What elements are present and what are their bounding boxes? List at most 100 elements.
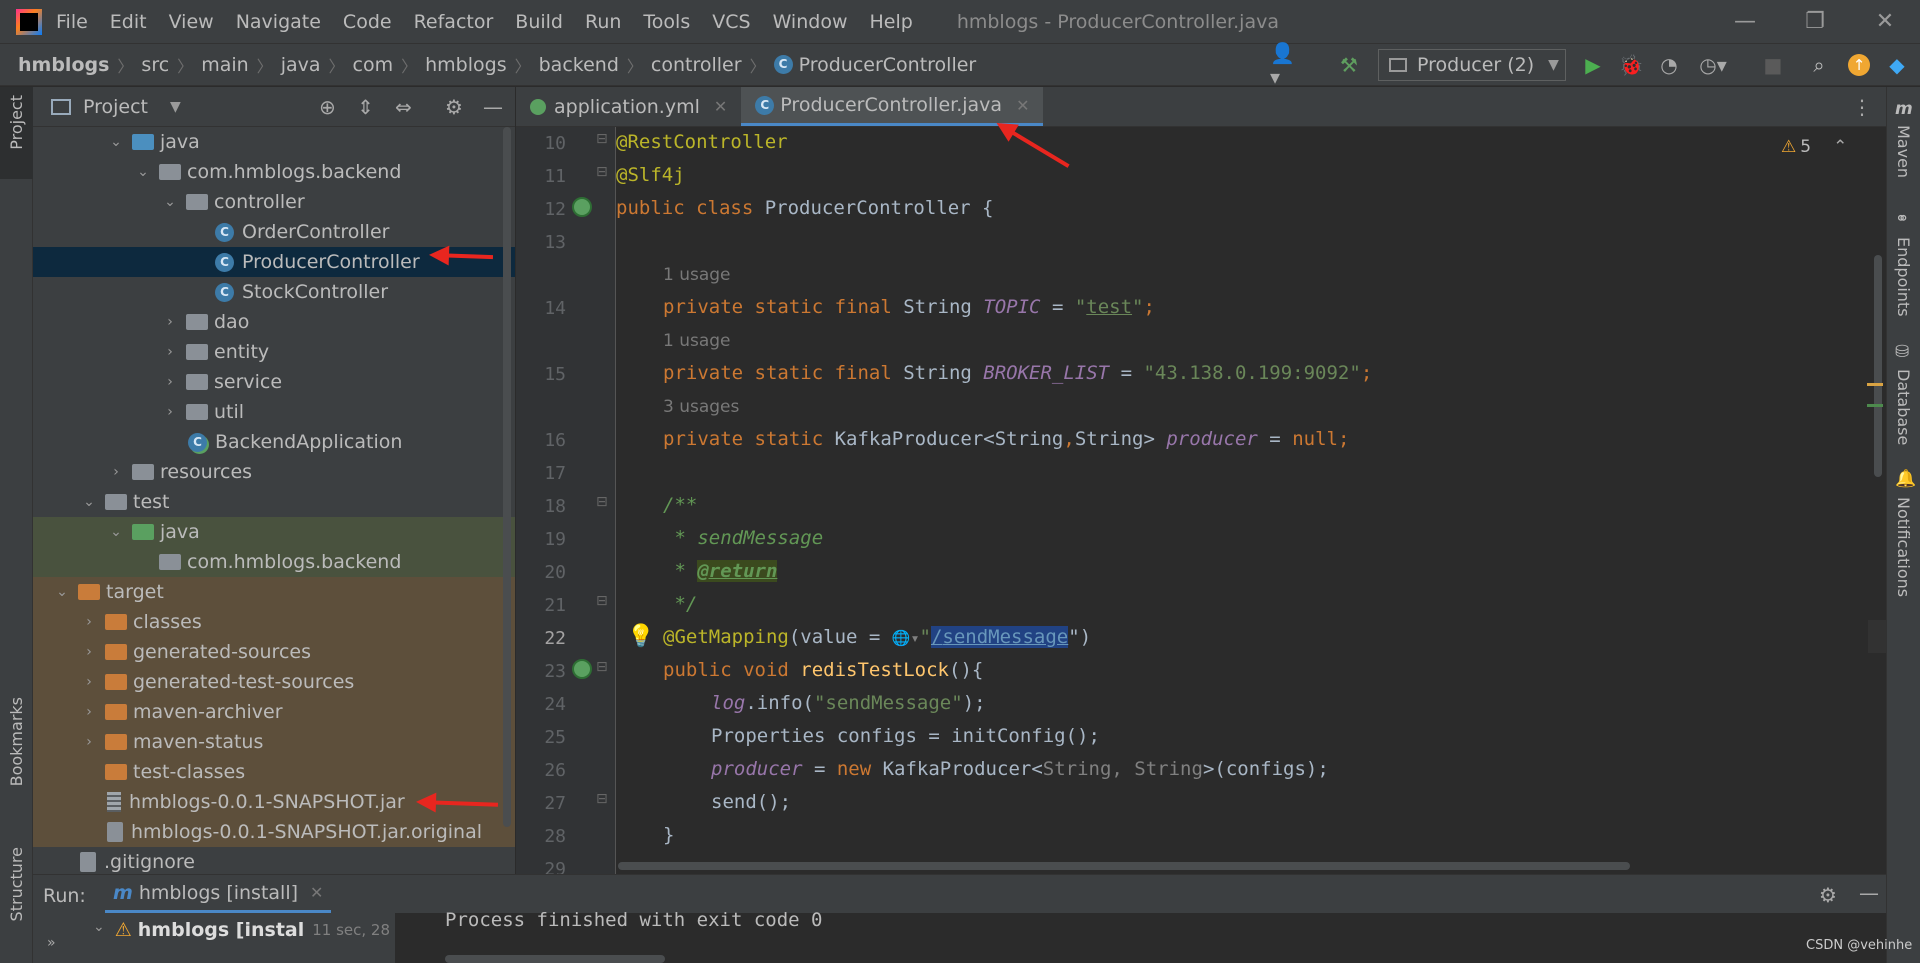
spring-bean-gutter-icon[interactable] (572, 197, 592, 217)
chevron-right-icon[interactable]: › (108, 464, 124, 480)
breadcrumb-main[interactable]: main (201, 54, 248, 76)
more-tabs-icon[interactable]: ⋮ (1852, 95, 1872, 119)
code-editor[interactable]: @RestController @Slf4j public class Prod… (616, 127, 1868, 874)
maven-icon[interactable]: m (1895, 99, 1913, 119)
tree-item[interactable]: C OrderController (33, 217, 515, 247)
editor-vertical-scrollbar[interactable] (1874, 255, 1882, 477)
menu-refactor[interactable]: Refactor (414, 11, 494, 33)
endpoints-icon[interactable]: ⚭ (1895, 209, 1909, 229)
bell-icon[interactable]: 🔔 (1895, 469, 1916, 489)
chevron-right-icon[interactable]: › (162, 344, 178, 360)
run-tab[interactable]: m hmblogs [install] ✕ (105, 875, 332, 913)
usage-hint[interactable]: 1 usage (663, 265, 731, 285)
tree-item[interactable]: ⌄ java (33, 127, 515, 157)
menu-help[interactable]: Help (869, 11, 912, 33)
chevron-down-icon[interactable]: ⌄ (93, 919, 105, 935)
breadcrumb-hmblogs-pkg[interactable]: hmblogs (425, 54, 506, 76)
hide-panel-icon[interactable]: — (1859, 881, 1879, 905)
jetbrains-client-icon[interactable]: ◆ (1884, 52, 1910, 78)
expand-icon[interactable]: » (47, 935, 56, 951)
chevron-up-icon[interactable]: ⌃ (1833, 137, 1847, 157)
maven-tool-label[interactable]: Maven (1894, 125, 1913, 178)
fold-icon[interactable]: ⊟ (596, 593, 608, 609)
profile-icon[interactable]: ◷▾ (1699, 52, 1727, 78)
editor-horizontal-scrollbar[interactable] (618, 862, 1630, 870)
notifications-tool-label[interactable]: Notifications (1894, 497, 1913, 597)
hide-panel-icon[interactable]: — (483, 95, 503, 119)
menu-vcs[interactable]: VCS (712, 11, 750, 33)
chevron-down-icon[interactable]: ⌄ (108, 524, 124, 540)
tree-item[interactable]: › dao (33, 307, 515, 337)
endpoint-gutter-icon[interactable] (572, 659, 592, 679)
collapse-all-icon[interactable]: ⇔ (395, 95, 412, 119)
chevron-right-icon[interactable]: › (162, 314, 178, 330)
tree-item[interactable]: › maven-status (33, 727, 515, 757)
chevron-right-icon[interactable]: › (81, 734, 97, 750)
tree-item[interactable]: ⌄ target (33, 577, 515, 607)
tree-item[interactable]: ⌄ com.hmblogs.backend (33, 157, 515, 187)
run-config-selector[interactable]: Producer (2) ▼ (1378, 49, 1566, 81)
stop-icon[interactable]: ■ (1760, 52, 1786, 78)
menu-view[interactable]: View (169, 11, 214, 33)
menu-build[interactable]: Build (515, 11, 563, 33)
tree-item[interactable]: › classes (33, 607, 515, 637)
tree-item[interactable]: › entity (33, 337, 515, 367)
close-tab-icon[interactable]: ✕ (1016, 96, 1029, 115)
fold-icon[interactable]: ⊟ (596, 791, 608, 807)
chevron-down-icon[interactable]: ⌄ (54, 584, 70, 600)
chevron-down-icon[interactable]: ⌄ (108, 134, 124, 150)
fold-icon[interactable]: ⊟ (596, 131, 608, 147)
close-window-icon[interactable]: ✕ (1850, 0, 1920, 43)
warnings-indicator[interactable]: ⚠ 5 ⌃ ⌄ (1781, 137, 1868, 157)
fold-icon[interactable]: ⊟ (596, 164, 608, 180)
coverage-icon[interactable]: ◔ (1656, 52, 1682, 78)
chevron-right-icon[interactable]: › (81, 674, 97, 690)
warning-stripe-marker[interactable] (1867, 383, 1883, 386)
build-hammer-icon[interactable]: ⚒ (1336, 52, 1362, 78)
tree-item[interactable]: .gitignore (33, 847, 515, 874)
structure-tool-label[interactable]: Structure (7, 847, 26, 921)
breadcrumb-backend[interactable]: backend (539, 54, 619, 76)
expand-all-icon[interactable]: ⇕ (357, 95, 374, 119)
change-stripe-marker[interactable] (1867, 404, 1883, 407)
menu-edit[interactable]: Edit (110, 11, 147, 33)
endpoints-tool-label[interactable]: Endpoints (1894, 237, 1913, 317)
tree-item[interactable]: › maven-archiver (33, 697, 515, 727)
tree-item[interactable]: › util (33, 397, 515, 427)
lightbulb-icon[interactable]: 💡 (627, 624, 654, 649)
breadcrumb-producercontroller[interactable]: ProducerController (799, 54, 977, 76)
tree-item[interactable]: C StockController (33, 277, 515, 307)
tree-item[interactable]: C BackendApplication (33, 427, 515, 457)
close-tab-icon[interactable]: ✕ (310, 883, 323, 902)
bookmarks-tool-label[interactable]: Bookmarks (7, 697, 26, 786)
chevron-right-icon[interactable]: › (81, 614, 97, 630)
tree-item[interactable]: ⌄ controller (33, 187, 515, 217)
tree-item[interactable]: test-classes (33, 757, 515, 787)
tree-item[interactable]: › service (33, 367, 515, 397)
database-icon[interactable]: ⛁ (1895, 342, 1909, 362)
project-tool-button[interactable]: Project (0, 87, 33, 179)
usage-hint[interactable]: 1 usage (663, 331, 731, 351)
chevron-right-icon[interactable]: › (81, 644, 97, 660)
fold-icon[interactable]: ⊟ (596, 494, 608, 510)
chevron-down-icon[interactable]: ⌄ (81, 494, 97, 510)
fold-icon[interactable]: ⊟ (596, 659, 608, 675)
menu-tools[interactable]: Tools (643, 11, 690, 33)
run-tree-item[interactable]: ⌄ ⚠ hmblogs [instal 11 sec, 28 ms (83, 913, 417, 963)
run-console-output[interactable]: Process finished with exit code 0 (395, 909, 1886, 963)
breadcrumb-com[interactable]: com (353, 54, 394, 76)
tree-item[interactable]: com.hmblogs.backend (33, 547, 515, 577)
tab-application-yml[interactable]: application.yml ✕ (516, 87, 741, 126)
tree-item[interactable]: › generated-test-sources (33, 667, 515, 697)
gear-icon[interactable]: ⚙ (445, 95, 463, 119)
debug-icon[interactable]: 🐞 (1618, 52, 1644, 78)
breadcrumb-java[interactable]: java (281, 54, 321, 76)
console-scrollbar[interactable] (445, 955, 665, 963)
locate-icon[interactable]: ⊕ (319, 95, 336, 119)
project-panel-title[interactable]: Project (83, 96, 148, 118)
breadcrumb-hmblogs[interactable]: hmblogs (18, 54, 109, 76)
user-icon[interactable]: 👤▾ (1270, 41, 1296, 89)
restore-icon[interactable]: ❐ (1780, 0, 1850, 43)
dropdown-arrow-icon[interactable]: ▼ (170, 99, 181, 115)
chevron-down-icon[interactable]: ⌄ (135, 164, 151, 180)
